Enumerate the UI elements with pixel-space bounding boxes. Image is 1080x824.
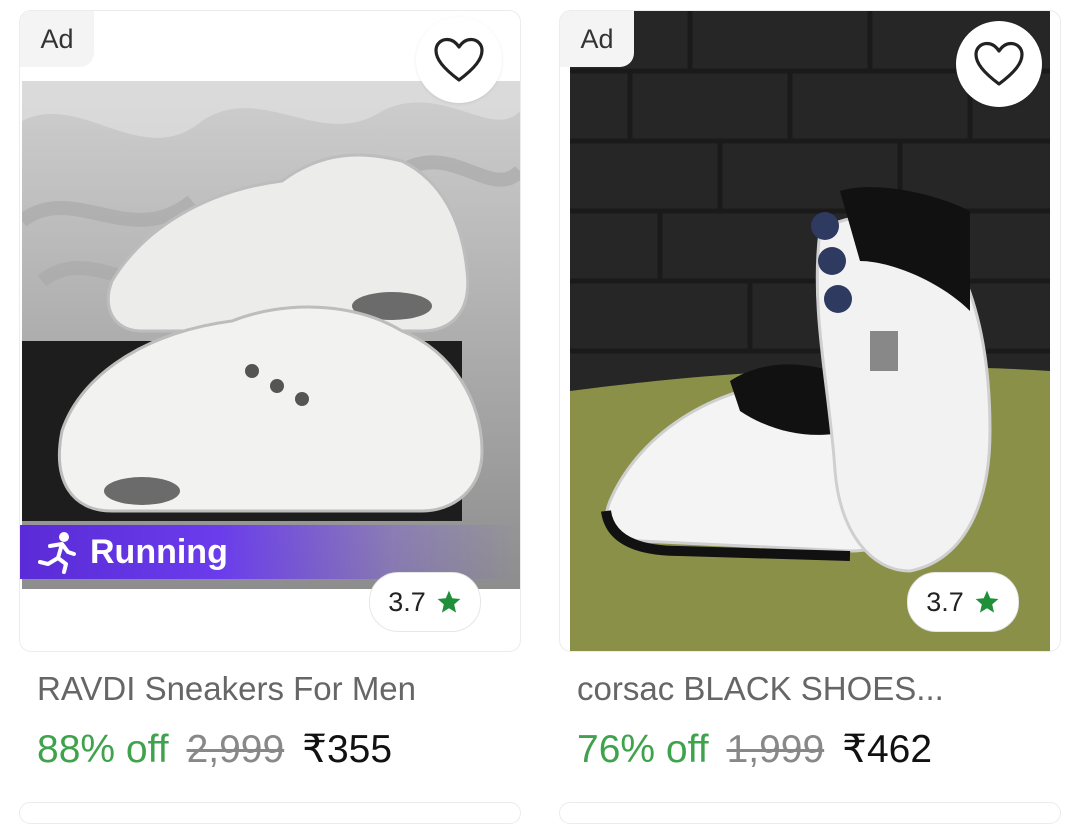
product-title[interactable]: corsac BLACK SHOES... (577, 670, 944, 708)
shoes-image (570, 11, 1050, 651)
ad-badge: Ad (560, 11, 634, 67)
ad-badge: Ad (20, 11, 94, 67)
product-card-partial[interactable] (559, 802, 1061, 824)
rating-pill: 3.7 (907, 572, 1019, 632)
final-price: ₹462 (842, 728, 933, 771)
runner-icon (38, 532, 76, 574)
sneakers-image (22, 81, 520, 589)
product-image[interactable] (570, 11, 1050, 651)
discount-label: 88% off (37, 728, 169, 771)
heart-outline-icon (974, 41, 1024, 86)
discount-label: 76% off (577, 728, 709, 771)
wishlist-button[interactable] (416, 17, 502, 103)
banner-label: Running (90, 532, 228, 571)
category-banner: Running (20, 525, 518, 579)
final-price: ₹355 (302, 728, 393, 771)
star-icon (975, 590, 999, 613)
original-price: 2,999 (186, 728, 285, 771)
product-card-partial[interactable] (19, 802, 521, 824)
product-card[interactable]: Ad Running 3.7 (19, 10, 521, 652)
original-price: 1,999 (726, 728, 825, 771)
star-icon (437, 590, 461, 613)
rating-pill: 3.7 (369, 572, 481, 632)
price-row: 88% off 2,999 ₹355 (37, 727, 392, 772)
rating-value: 3.7 (388, 586, 426, 617)
wishlist-button[interactable] (956, 21, 1042, 107)
heart-outline-icon (434, 37, 484, 82)
product-image[interactable] (22, 81, 520, 589)
product-card[interactable]: Ad 3.7 (559, 10, 1061, 652)
rating-value: 3.7 (926, 586, 964, 617)
product-title[interactable]: RAVDI Sneakers For Men (37, 670, 416, 708)
price-row: 76% off 1,999 ₹462 (577, 727, 932, 772)
